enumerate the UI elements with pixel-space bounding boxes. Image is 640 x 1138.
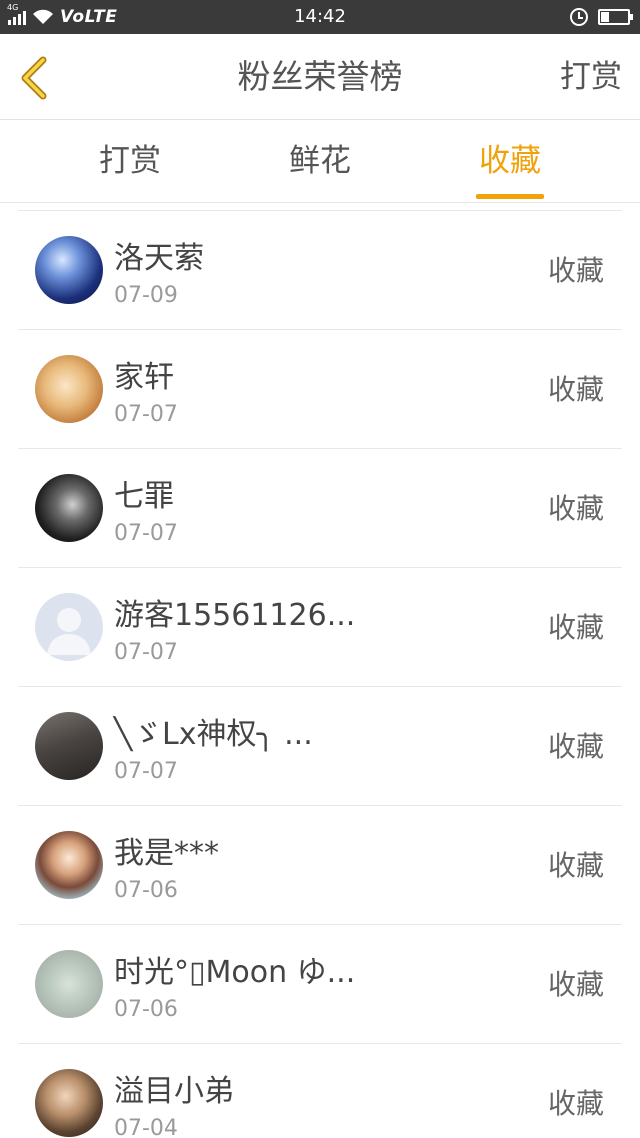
fan-date: 07-06 <box>114 878 178 903</box>
list-item[interactable]: 游客15561126... 07-07 收藏 <box>18 568 622 687</box>
fan-date: 07-07 <box>114 402 178 427</box>
list-item[interactable]: 家轩 07-07 收藏 <box>18 330 622 449</box>
fan-name: 七罪 <box>114 479 174 514</box>
fan-name: 家轩 <box>114 360 174 395</box>
fan-name: 洛天萦 <box>114 241 204 276</box>
tab-label: 鲜花 <box>289 143 351 179</box>
alarm-icon <box>570 8 588 26</box>
list-item[interactable]: ╲ゞLx神权╮ ... 07-07 收藏 <box>18 687 622 806</box>
fan-list: 洛天萦 07-09 收藏 家轩 07-07 收藏 七罪 07-07 收藏 游客1… <box>18 210 622 1138</box>
fan-date: 07-06 <box>114 997 178 1022</box>
user-silhouette-icon <box>47 608 91 655</box>
fan-name: 我是*** <box>114 836 219 871</box>
reward-action-button[interactable]: 打赏 <box>560 34 622 120</box>
list-item[interactable]: 洛天萦 07-09 收藏 <box>18 211 622 330</box>
list-item[interactable]: 时光°▯Moon ゆ... 07-06 收藏 <box>18 925 622 1044</box>
fan-action: 收藏 <box>547 730 604 763</box>
fan-date: 07-04 <box>114 1116 178 1138</box>
active-tab-indicator <box>476 194 544 199</box>
fan-action: 收藏 <box>547 1087 604 1120</box>
avatar[interactable] <box>35 950 103 1018</box>
fan-name: ╲ゞLx神权╮ ... <box>114 717 313 752</box>
fan-date: 07-07 <box>114 759 178 784</box>
fan-action: 收藏 <box>547 492 604 525</box>
fan-action: 收藏 <box>547 968 604 1001</box>
list-item[interactable]: 我是*** 07-06 收藏 <box>18 806 622 925</box>
fan-name: 溢目小弟 <box>114 1074 234 1109</box>
status-right <box>570 0 633 34</box>
list-item[interactable]: 溢目小弟 07-04 收藏 <box>18 1044 622 1138</box>
tab-flowers[interactable]: 鲜花 <box>260 121 380 203</box>
fan-name: 游客15561126... <box>114 598 356 633</box>
tab-bar: 打赏 鲜花 收藏 <box>0 121 640 203</box>
tab-label: 打赏 <box>99 143 161 179</box>
tab-label: 收藏 <box>479 143 541 179</box>
avatar[interactable] <box>35 712 103 780</box>
avatar[interactable] <box>35 831 103 899</box>
avatar[interactable] <box>35 355 103 423</box>
avatar[interactable] <box>35 1069 103 1137</box>
battery-icon <box>598 9 633 25</box>
default-avatar-icon[interactable] <box>35 593 103 661</box>
status-bar: 4G VoLTE 14:42 <box>0 0 640 34</box>
fan-name: 时光°▯Moon ゆ... <box>114 955 356 990</box>
page-title: 粉丝荣誉榜 <box>237 57 403 96</box>
fan-action: 收藏 <box>547 373 604 406</box>
tab-favorites[interactable]: 收藏 <box>450 121 570 203</box>
avatar[interactable] <box>35 236 103 304</box>
app-header: 粉丝荣誉榜 打赏 <box>0 34 640 120</box>
fan-action: 收藏 <box>547 849 604 882</box>
fan-date: 07-07 <box>114 640 178 665</box>
avatar[interactable] <box>35 474 103 542</box>
fan-date: 07-07 <box>114 521 178 546</box>
fan-action: 收藏 <box>547 611 604 644</box>
fan-action: 收藏 <box>547 254 604 287</box>
tab-reward[interactable]: 打赏 <box>70 121 190 203</box>
fan-date: 07-09 <box>114 283 178 308</box>
list-item[interactable]: 七罪 07-07 收藏 <box>18 449 622 568</box>
status-time: 14:42 <box>294 6 346 27</box>
